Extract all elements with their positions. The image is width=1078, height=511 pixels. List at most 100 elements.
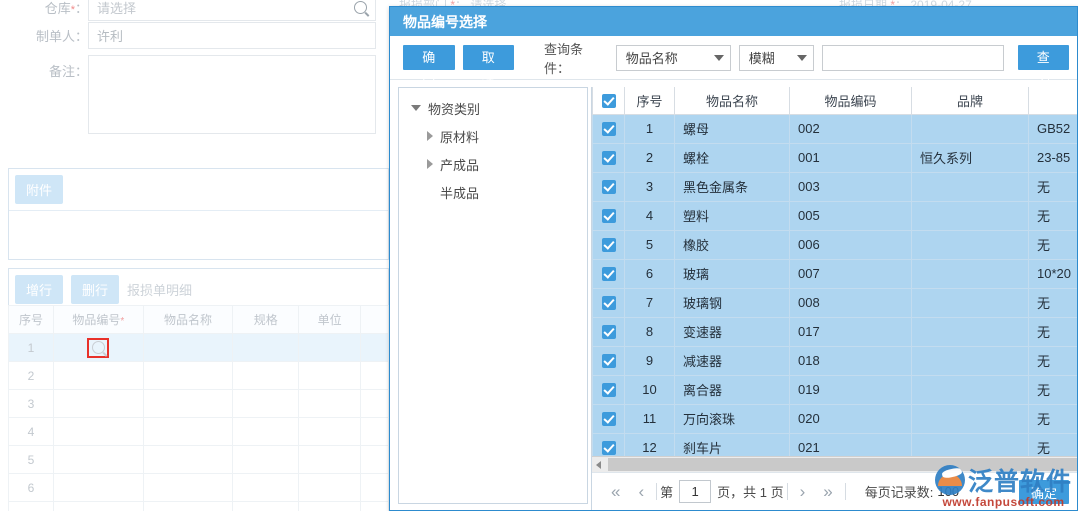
table-row[interactable]: 11 万向滚珠 020 无	[592, 403, 1077, 434]
row-checkbox-cell[interactable]	[592, 113, 625, 144]
dialog-toolbar: 确定 取消 查询条件： 物品名称 模糊 查询	[390, 36, 1077, 90]
confirm-button[interactable]: 确定	[403, 45, 455, 90]
tree-node-raw-material[interactable]: 原材料	[399, 122, 587, 150]
attachment-dropzone[interactable]	[9, 211, 388, 251]
cell-seq: 9	[624, 345, 675, 376]
detail-cell-code[interactable]	[52, 333, 144, 362]
table-row[interactable]: 9 减速器 018 无	[592, 345, 1077, 376]
table-row[interactable]: 6 玻璃 007 10*20	[592, 258, 1077, 289]
detail-cell-spec[interactable]	[232, 333, 300, 362]
checkbox-icon[interactable]	[601, 296, 616, 311]
checkbox-icon[interactable]	[601, 180, 616, 195]
item-code-select-dialog: 物品编号选择 确定 取消 查询条件： 物品名称 模糊 查询 物资类别	[389, 6, 1078, 511]
table-row[interactable]: 4	[8, 417, 389, 446]
checkbox-icon[interactable]	[601, 354, 616, 369]
row-checkbox-cell[interactable]	[592, 258, 625, 289]
chevron-down-icon[interactable]	[411, 105, 421, 111]
records-per-page-value[interactable]: 100	[937, 484, 959, 499]
checkbox-icon[interactable]	[601, 209, 616, 224]
next-page-button[interactable]: ›	[791, 482, 815, 502]
row-checkbox-cell[interactable]	[592, 142, 625, 173]
checkbox-icon[interactable]	[601, 238, 616, 253]
ok-button[interactable]: 确定	[1018, 480, 1069, 504]
page-number-input[interactable]	[679, 480, 712, 503]
table-row[interactable]: 3	[8, 389, 389, 418]
table-row[interactable]: 12 刹车片 021 无	[592, 432, 1077, 456]
remark-field[interactable]	[88, 55, 376, 134]
table-row[interactable]: 3 黑色金属条 003 无	[592, 171, 1077, 202]
row-checkbox-cell[interactable]	[592, 432, 625, 456]
table-row[interactable]: 6	[8, 473, 389, 502]
last-page-button[interactable]: »	[814, 482, 841, 502]
cell-code: 007	[789, 258, 912, 289]
checkbox-icon[interactable]	[601, 441, 616, 456]
table-row[interactable]: 7 玻璃钢 008 无	[592, 287, 1077, 318]
row-checkbox-cell[interactable]	[592, 229, 625, 260]
tree-node-semi-finished[interactable]: 半成品	[399, 178, 587, 206]
horizontal-scrollbar[interactable]	[592, 456, 1077, 472]
first-page-button[interactable]: «	[602, 482, 629, 502]
attachment-button[interactable]: 附件	[15, 175, 64, 204]
col-code[interactable]: 物品编码	[789, 87, 912, 115]
table-row[interactable]: 2 螺栓 001 恒久系列 23-85	[592, 142, 1077, 173]
checkbox-icon[interactable]	[601, 383, 616, 398]
cell-code: 001	[789, 142, 912, 173]
search-icon[interactable]	[354, 1, 367, 14]
table-row[interactable]: 5 橡胶 006 无	[592, 229, 1077, 260]
col-seq[interactable]: 序号	[624, 87, 675, 115]
search-button[interactable]: 查询	[1017, 45, 1070, 90]
table-row[interactable]: 10 离合器 019 无	[592, 374, 1077, 405]
row-checkbox-cell[interactable]	[592, 403, 625, 434]
tree-node-root[interactable]: 物资类别	[399, 94, 587, 122]
col-name[interactable]: 物品名称	[674, 87, 790, 115]
match-mode-select[interactable]: 模糊	[738, 44, 814, 71]
row-checkbox-cell[interactable]	[592, 345, 625, 376]
warehouse-field[interactable]: 请选择	[88, 0, 376, 21]
tree-node-label: 原材料	[440, 129, 480, 145]
table-row[interactable]: 5	[8, 445, 389, 474]
chevron-right-icon[interactable]	[427, 159, 433, 169]
table-row[interactable]: 2	[8, 361, 389, 390]
search-icon-highlight-box[interactable]	[87, 337, 110, 358]
preparer-field[interactable]: 许利	[88, 22, 376, 49]
cell-brand	[911, 316, 1029, 347]
checkbox-icon[interactable]	[601, 122, 616, 137]
chevron-right-icon[interactable]	[427, 131, 433, 141]
checkbox-icon[interactable]	[601, 412, 616, 427]
delete-row-button[interactable]: 删行	[71, 275, 120, 304]
col-brand[interactable]: 品牌	[911, 87, 1029, 115]
row-checkbox-cell[interactable]	[592, 374, 625, 405]
table-row[interactable]: 4 塑料 005 无	[592, 200, 1077, 231]
row-checkbox-cell[interactable]	[592, 287, 625, 318]
cancel-button[interactable]: 取消	[462, 45, 514, 90]
row-checkbox-cell[interactable]	[592, 171, 625, 202]
checkbox-icon[interactable]	[601, 267, 616, 282]
cell-spec: 23-85	[1028, 142, 1077, 173]
select-all-header[interactable]	[592, 87, 625, 115]
item-grid-body: 1 螺母 002 GB52 2 螺栓 001 恒久系列 23-85 3 黑色金属…	[592, 113, 1077, 456]
table-row[interactable]: 1	[8, 333, 389, 362]
row-checkbox-cell[interactable]	[592, 200, 625, 231]
add-row-button[interactable]: 增行	[15, 275, 64, 304]
query-field-select[interactable]: 物品名称	[615, 44, 731, 71]
checkbox-icon[interactable]	[601, 94, 616, 109]
col-spec[interactable]: 规格	[1028, 87, 1077, 115]
checkbox-icon[interactable]	[601, 325, 616, 340]
item-grid-scroll[interactable]: 序号 物品名称 物品编码 品牌 规格 1 螺母	[592, 87, 1077, 456]
table-row[interactable]: 8 变速器 017 无	[592, 316, 1077, 347]
prev-page-button[interactable]: ‹	[629, 482, 653, 502]
tree-node-finished-product[interactable]: 产成品	[399, 150, 587, 178]
cell-brand	[911, 258, 1029, 289]
table-row[interactable]: 1 螺母 002 GB52	[592, 113, 1077, 144]
search-input[interactable]	[821, 44, 1004, 71]
checkbox-icon[interactable]	[601, 151, 616, 166]
scrollbar-thumb[interactable]	[608, 458, 1077, 471]
detail-cell-unit[interactable]	[298, 333, 362, 362]
detail-cell-name[interactable]	[142, 333, 234, 362]
scroll-left-arrow-icon[interactable]	[596, 460, 601, 469]
detail-cell-extra[interactable]	[360, 333, 389, 362]
table-row[interactable]: 7	[8, 501, 389, 511]
cell-seq: 1	[624, 113, 675, 144]
search-icon[interactable]	[91, 341, 105, 354]
row-checkbox-cell[interactable]	[592, 316, 625, 347]
